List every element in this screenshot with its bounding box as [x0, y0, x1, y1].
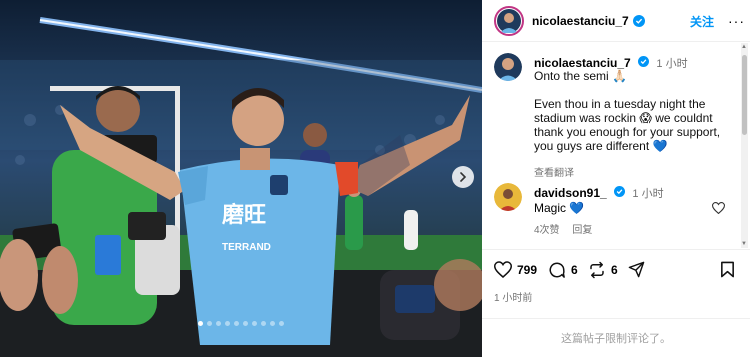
likes-count: 799 — [517, 262, 538, 277]
comment-likes[interactable]: 4次赞 — [534, 225, 560, 236]
post-photo[interactable]: 磨旺 TERRAND — [0, 0, 482, 357]
comment-button[interactable]: 6 — [548, 261, 578, 279]
comments-list[interactable]: nicolaestanciu_7 1 小时 Onto the semi 🙏🏻 E… — [482, 43, 740, 248]
author-username[interactable]: nicolaestanciu_7 — [532, 14, 629, 28]
carousel-dot — [198, 321, 203, 326]
send-paper-plane-icon — [628, 261, 645, 278]
repost-icon — [590, 261, 604, 279]
jersey-sub: TERRAND — [222, 242, 271, 253]
caption-line-2: Even thou in a tuesday night the stadium… — [534, 97, 721, 153]
carousel-dots — [0, 321, 482, 326]
carousel-dot — [252, 321, 257, 326]
carousel-dot — [279, 321, 284, 326]
comment-time[interactable]: 1 小时 — [632, 188, 663, 200]
chevron-right-icon — [460, 172, 467, 182]
like-button[interactable]: 799 — [494, 261, 537, 278]
verified-badge-icon — [614, 186, 626, 197]
bookmark-icon — [721, 261, 734, 278]
post-timestamp[interactable]: 1 小时前 — [494, 289, 532, 304]
jersey-sponsor: 磨旺 — [222, 202, 266, 227]
comment-meta: 4次赞 回复 — [534, 221, 592, 236]
caption-line-1: Onto the semi 🙏🏻 — [534, 69, 627, 83]
carousel-dot — [225, 321, 230, 326]
carousel-dot — [243, 321, 248, 326]
verified-badge-icon — [638, 56, 650, 67]
comment-bubble-icon — [549, 262, 565, 278]
photo-scene: 磨旺 TERRAND — [0, 0, 482, 357]
scroll-down-arrow-icon[interactable]: ▼ — [741, 241, 747, 247]
shares-count: 6 — [611, 263, 618, 277]
commenter-avatar[interactable] — [494, 183, 522, 211]
verified-badge-icon — [632, 14, 645, 27]
heart-icon — [494, 261, 512, 278]
comment-like-heart-icon[interactable] — [711, 201, 726, 219]
comments-limited-notice: 这篇帖子限制评论了。 — [482, 318, 750, 357]
carousel-dot — [261, 321, 266, 326]
caption-username[interactable]: nicolaestanciu_7 — [534, 56, 631, 70]
comments-count: 6 — [571, 263, 578, 277]
more-options-icon[interactable]: ··· — [728, 13, 745, 29]
repost-button[interactable]: 6 — [588, 261, 618, 279]
comment-reply-button[interactable]: 回复 — [572, 225, 592, 236]
carousel-dot — [234, 321, 239, 326]
post-header: nicolaestanciu_7 关注 ··· — [482, 0, 750, 42]
comment-text: Magic 💙 — [534, 201, 585, 215]
share-button[interactable] — [628, 261, 645, 278]
carousel-dot — [207, 321, 212, 326]
follow-button[interactable]: 关注 — [690, 13, 714, 30]
carousel-dot — [270, 321, 275, 326]
comment-header: davidson91_ 1 小时 — [534, 185, 664, 201]
scrollbar-thumb[interactable] — [742, 55, 747, 135]
caption-avatar[interactable] — [494, 53, 522, 81]
carousel-dot — [216, 321, 221, 326]
comments-scrollbar[interactable]: ▲ ▼ — [741, 43, 748, 248]
caption-text: Onto the semi 🙏🏻 Even thou in a tuesday … — [534, 69, 734, 153]
author-avatar[interactable] — [494, 5, 524, 36]
save-button[interactable] — [720, 261, 735, 278]
carousel-next-button[interactable] — [452, 166, 474, 188]
comments-limited-text: 这篇帖子限制评论了。 — [561, 333, 671, 345]
scroll-up-arrow-icon[interactable]: ▲ — [741, 44, 747, 50]
post-panel: nicolaestanciu_7 关注 ··· nicolaestanciu_7… — [482, 0, 750, 357]
see-translation-link[interactable]: 查看翻译 — [534, 164, 574, 179]
commenter-username[interactable]: davidson91_ — [534, 186, 607, 200]
